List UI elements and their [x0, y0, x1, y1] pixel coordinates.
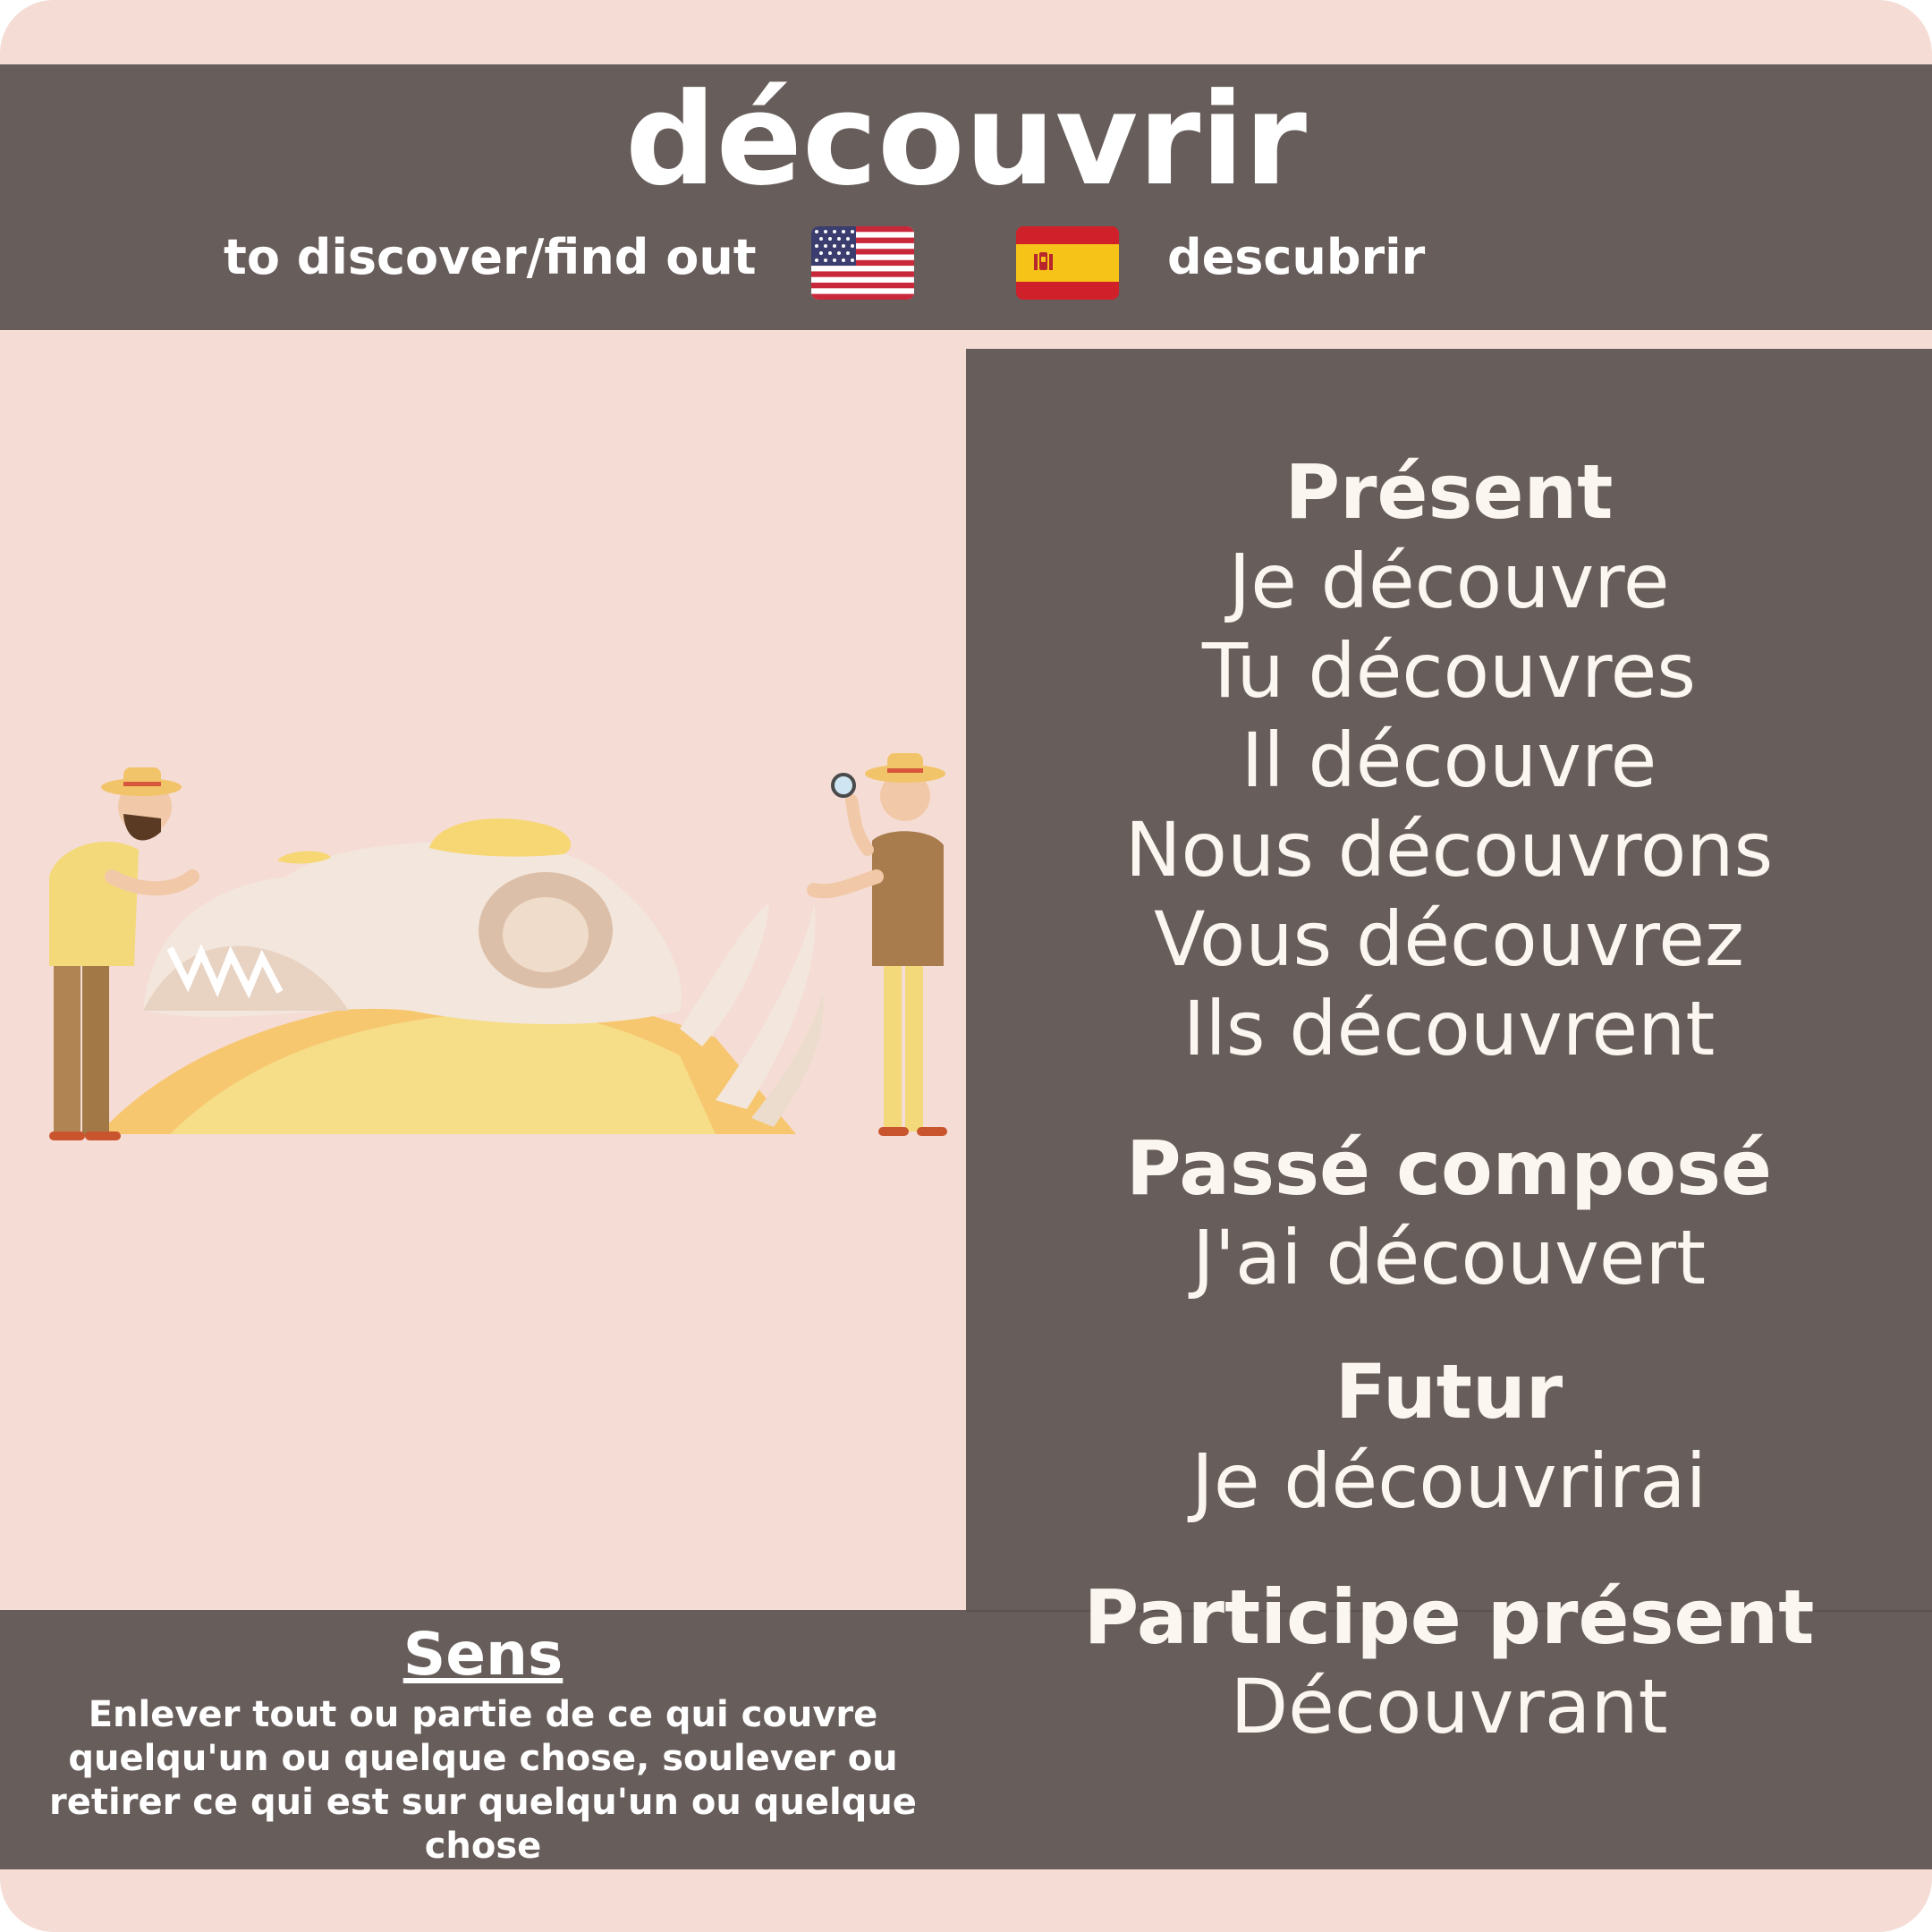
present-form-nous: Nous découvrons — [1124, 806, 1774, 894]
present-form-ils: Ils découvrent — [1182, 985, 1716, 1072]
english-translation: to discover/find out — [224, 229, 757, 285]
verb-title: découvrir — [624, 66, 1308, 214]
present-form-vous: Vous découvrez — [1153, 895, 1745, 983]
present-heading: Présent — [1284, 448, 1614, 536]
futur-heading: Futur — [1335, 1348, 1563, 1436]
spain-flag-icon — [1016, 226, 1119, 300]
verb-card: découvrir to discover/find out descubrir… — [0, 0, 1932, 1932]
passe-compose-form: J'ai découvert — [1191, 1214, 1707, 1301]
participe-present-heading: Participe présent — [1083, 1573, 1815, 1661]
present-form-tu: Tu découvres — [1201, 627, 1697, 715]
passe-compose-heading: Passé composé — [1125, 1124, 1773, 1212]
present-form-il: Il découvre — [1241, 716, 1657, 804]
spanish-translation: descubrir — [1167, 229, 1426, 285]
meaning-text: Enlever tout ou partie de ce qui couvre … — [49, 1694, 917, 1867]
present-form-je: Je découvre — [1228, 538, 1670, 625]
meaning-heading: Sens — [402, 1620, 564, 1689]
participe-present-form: Découvrant — [1230, 1663, 1668, 1750]
archaeologists-illustration — [36, 742, 957, 1145]
us-flag-icon — [811, 226, 914, 300]
futur-form: Je découvrirai — [1191, 1437, 1707, 1525]
